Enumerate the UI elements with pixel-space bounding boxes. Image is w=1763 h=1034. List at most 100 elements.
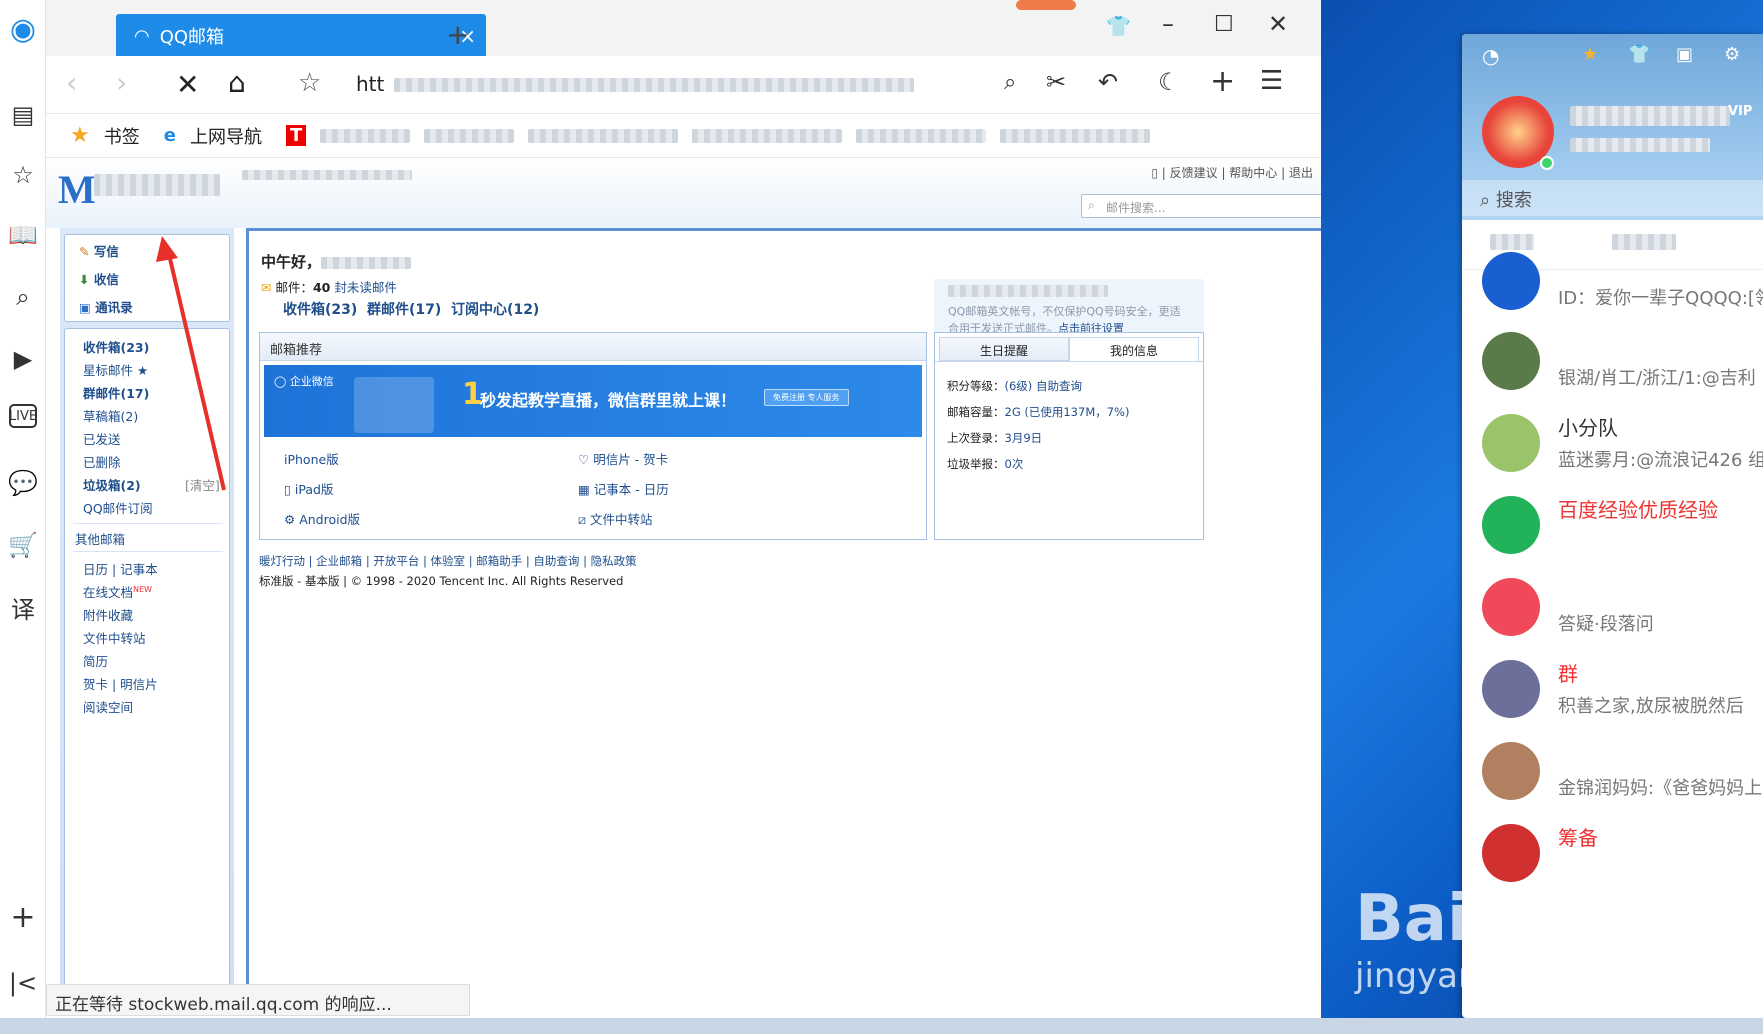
url-redacted (394, 78, 914, 92)
tab-my-info[interactable]: 我的信息 (1069, 337, 1199, 361)
shirt-icon[interactable]: 👕 (1628, 44, 1650, 65)
app-notebook[interactable]: ▦ 记事本 - 日历 (578, 479, 669, 498)
search-icon[interactable]: ⌕ (1004, 70, 1016, 95)
window-handle (1016, 0, 1076, 10)
android-icon: ⚙ (284, 512, 296, 527)
cart-icon[interactable]: 🛒 (6, 528, 40, 562)
reader-icon[interactable]: ▤ (6, 98, 40, 132)
mail-logo[interactable]: M (58, 166, 96, 213)
divider (73, 551, 223, 552)
qq-search-input[interactable]: ⌕ 搜索 (1462, 180, 1763, 216)
info-row-spam-report: 垃圾举报：0次 (947, 457, 1024, 471)
qq-browser-logo-icon[interactable]: ◉ (6, 12, 40, 47)
bookmark-star-icon[interactable]: ☆ (298, 68, 321, 98)
divider (73, 523, 223, 524)
promo-banner[interactable]: ◯ 企业微信 1 秒发起教学直播，微信群里就上课！ 免费注册 专人服务 (264, 365, 922, 437)
folder-subscription[interactable]: QQ邮件订阅 (83, 498, 153, 517)
bookmark-redacted[interactable] (424, 128, 515, 143)
list-item[interactable]: 群积善之家,放尿被脱然后 (1462, 644, 1763, 734)
banner-button[interactable]: 免费注册 专人服务 (764, 389, 849, 406)
chat-icon[interactable]: 💬 (6, 466, 40, 500)
tool-file-transfer[interactable]: 文件中转站 (83, 628, 146, 647)
list-item[interactable]: 小分队 蓝迷雾月:@流浪记426 组 (1462, 398, 1763, 488)
footer-links[interactable]: 暖灯行动 | 企业邮箱 | 开放平台 | 体验室 | 邮箱助手 | 自助查询 |… (259, 553, 637, 569)
search-icon[interactable]: ⌕ (6, 280, 40, 314)
tool-attachments[interactable]: 附件收藏 (83, 605, 133, 624)
new-tab-plus-icon[interactable]: + (1210, 64, 1235, 99)
home-icon[interactable]: ⌂ (228, 66, 246, 99)
online-status-icon[interactable] (1540, 156, 1554, 170)
heart-icon: ♡ (578, 452, 590, 467)
inbox-shortcuts[interactable]: 收件箱(23) 群邮件(17) 订阅中心(12) (283, 299, 539, 319)
close-window-icon[interactable]: ✕ (1268, 10, 1288, 38)
footer-copyright: 标准版 - 基本版 | © 1998 - 2020 Tencent Inc. A… (259, 574, 624, 588)
app-file-transfer[interactable]: ⧄ 文件中转站 (578, 509, 652, 528)
maximize-icon[interactable]: ☐ (1214, 12, 1234, 37)
taskbar (0, 1018, 1763, 1034)
mail-icon[interactable]: ▣ (1676, 44, 1693, 65)
top-links: ▯ | 反馈建议 | 帮助中心 | 退出 (1151, 166, 1313, 180)
scissors-icon[interactable]: ✂ (1046, 68, 1066, 96)
list-item[interactable]: 金锦润妈妈:《爸爸妈妈上 (1462, 726, 1763, 816)
shirt-icon[interactable]: 👕 (1106, 14, 1131, 38)
self-query-link[interactable]: 自助查询 (1036, 379, 1082, 393)
bookmark-redacted[interactable] (528, 128, 679, 143)
nav-bookmark[interactable]: 上网导航 (190, 123, 262, 149)
bookmark-redacted[interactable] (856, 128, 987, 143)
live-icon[interactable]: LIVE (9, 404, 37, 428)
night-mode-icon[interactable]: ☾ (1158, 68, 1180, 96)
pencil-icon: ✎ (79, 244, 90, 259)
baidu-watermark: Bai经验 jingyan.baidu.com (1355, 882, 1669, 996)
bookmark-redacted[interactable] (1000, 128, 1151, 143)
star-icon[interactable]: ☆ (6, 158, 40, 192)
new-tab-icon[interactable]: + (446, 18, 469, 51)
help-link[interactable]: 帮助中心 (1229, 166, 1277, 180)
collapse-icon[interactable]: |< (6, 966, 40, 1000)
menu-icon[interactable]: ☰ (1260, 66, 1283, 96)
mail-header: M ▯ | 反馈建议 | 帮助中心 | 退出 ⌕ 邮件搜索... ▾ (46, 158, 1363, 228)
app-ipad[interactable]: ▯ iPad版 (284, 479, 333, 498)
add-icon[interactable]: + (6, 900, 40, 935)
tool-reading[interactable]: 阅读空间 (83, 697, 133, 716)
settings-icon[interactable]: ⚙ (1724, 44, 1740, 65)
url-input[interactable]: htt (356, 72, 384, 96)
minimize-icon[interactable]: – (1162, 10, 1174, 38)
inbox-icon: ⬇ (79, 272, 90, 287)
loading-icon: ◠ (134, 25, 150, 47)
bookmark-star-icon: ★ (70, 123, 90, 148)
app-android[interactable]: ⚙ Android版 (284, 509, 360, 528)
mail-count: ✉ 邮件：40 封未读邮件 (261, 280, 397, 295)
tool-docs[interactable]: 在线文档NEW (83, 582, 152, 601)
banner-illustration (354, 377, 434, 433)
qzone-icon[interactable]: ★ (1582, 44, 1598, 65)
tool-cards[interactable]: 贺卡 | 明信片 (83, 674, 158, 693)
back-icon[interactable]: ‹ (66, 66, 77, 99)
stop-icon[interactable]: ✕ (176, 68, 199, 101)
tool-resume[interactable]: 简历 (83, 651, 108, 670)
logout-link[interactable]: 退出 (1289, 166, 1313, 180)
app-iphone[interactable]: iPhone版 (284, 449, 339, 468)
account-redacted (242, 170, 412, 180)
bookmarks-label[interactable]: 书签 (104, 123, 140, 149)
bookmark-redacted[interactable] (320, 128, 411, 143)
forward-icon[interactable]: › (116, 66, 127, 99)
file-transfer-icon: ⧄ (578, 512, 586, 527)
tool-calendar[interactable]: 日历 | 记事本 (83, 559, 158, 578)
tab-birthday[interactable]: 生日提醒 (939, 337, 1069, 361)
other-mailbox[interactable]: 其他邮箱 (75, 529, 125, 548)
recommend-header: 邮箱推荐 (260, 333, 926, 361)
tab-qq-mail[interactable]: ◠ QQ邮箱 × (116, 14, 486, 58)
list-item[interactable]: 银湖/肖工/浙江/1:@吉利 (1462, 316, 1763, 406)
list-item[interactable]: 答疑·段落问 (1462, 562, 1763, 652)
book-icon[interactable]: 📖 (6, 218, 40, 252)
list-item[interactable]: ID：爱你一辈子QQQQ:[领 (1462, 236, 1763, 326)
translate-icon[interactable]: 译 (6, 590, 40, 624)
feedback-link[interactable]: 反馈建议 (1170, 166, 1218, 180)
video-icon[interactable]: ▶ (6, 342, 40, 376)
undo-icon[interactable]: ↶ (1098, 68, 1118, 96)
phone-icon: ▯ (1151, 166, 1158, 180)
app-postcard[interactable]: ♡ 明信片 - 贺卡 (578, 449, 668, 468)
bookmark-redacted[interactable] (692, 128, 843, 143)
list-item[interactable]: 百度经验优质经验 (1462, 480, 1763, 570)
contacts-icon: ▣ (79, 300, 91, 315)
